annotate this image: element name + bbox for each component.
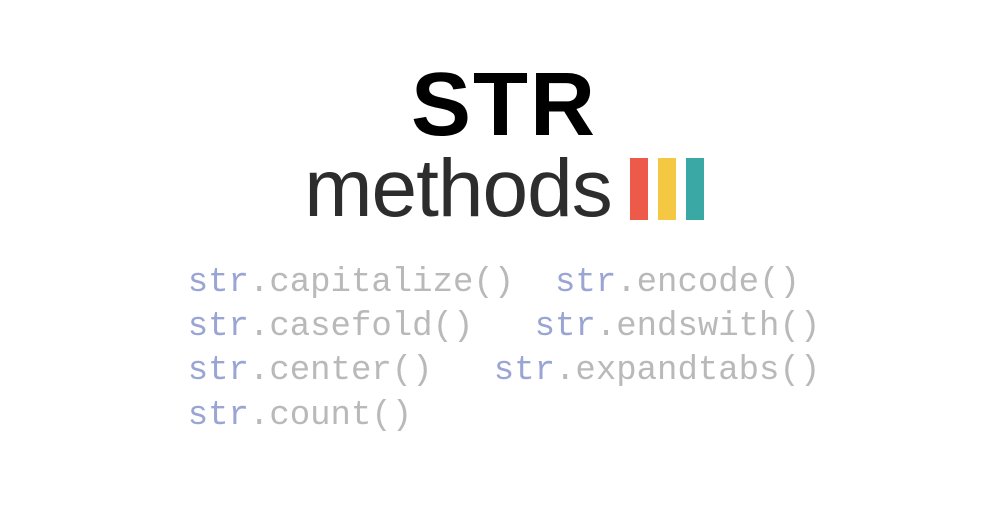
code-token: center	[269, 352, 391, 390]
code-token: .	[616, 264, 636, 302]
code-block: str.capitalize() str.encode() str.casefo…	[188, 261, 821, 438]
code-token: ()	[433, 308, 474, 346]
bar-teal	[686, 158, 704, 220]
code-token: count	[269, 397, 371, 435]
code-token: str	[494, 352, 555, 390]
code-token: str	[188, 352, 249, 390]
code-token: ()	[392, 352, 433, 390]
title-str: STR	[411, 60, 597, 150]
code-token: ()	[371, 397, 412, 435]
code-token: .	[249, 308, 269, 346]
methods-row: methods	[304, 142, 704, 236]
code-token: .	[249, 264, 269, 302]
code-token: endswith	[616, 308, 779, 346]
code-token: str	[188, 308, 249, 346]
code-token: ()	[779, 308, 820, 346]
code-token: str	[535, 308, 596, 346]
bar-red	[630, 158, 648, 220]
code-token: .	[596, 308, 616, 346]
bar-yellow	[658, 158, 676, 220]
code-token: str	[555, 264, 616, 302]
code-token: encode	[637, 264, 759, 302]
code-token: str	[188, 397, 249, 435]
code-token: .	[249, 397, 269, 435]
code-token: .	[555, 352, 575, 390]
code-token: capitalize	[269, 264, 473, 302]
code-token: str	[188, 264, 249, 302]
code-token: .	[249, 352, 269, 390]
code-token: ()	[473, 264, 514, 302]
title-methods: methods	[304, 142, 612, 236]
code-token: expandtabs	[575, 352, 779, 390]
code-token: casefold	[269, 308, 432, 346]
code-token: ()	[779, 352, 820, 390]
code-token: ()	[759, 264, 800, 302]
bars-logo	[630, 158, 704, 220]
